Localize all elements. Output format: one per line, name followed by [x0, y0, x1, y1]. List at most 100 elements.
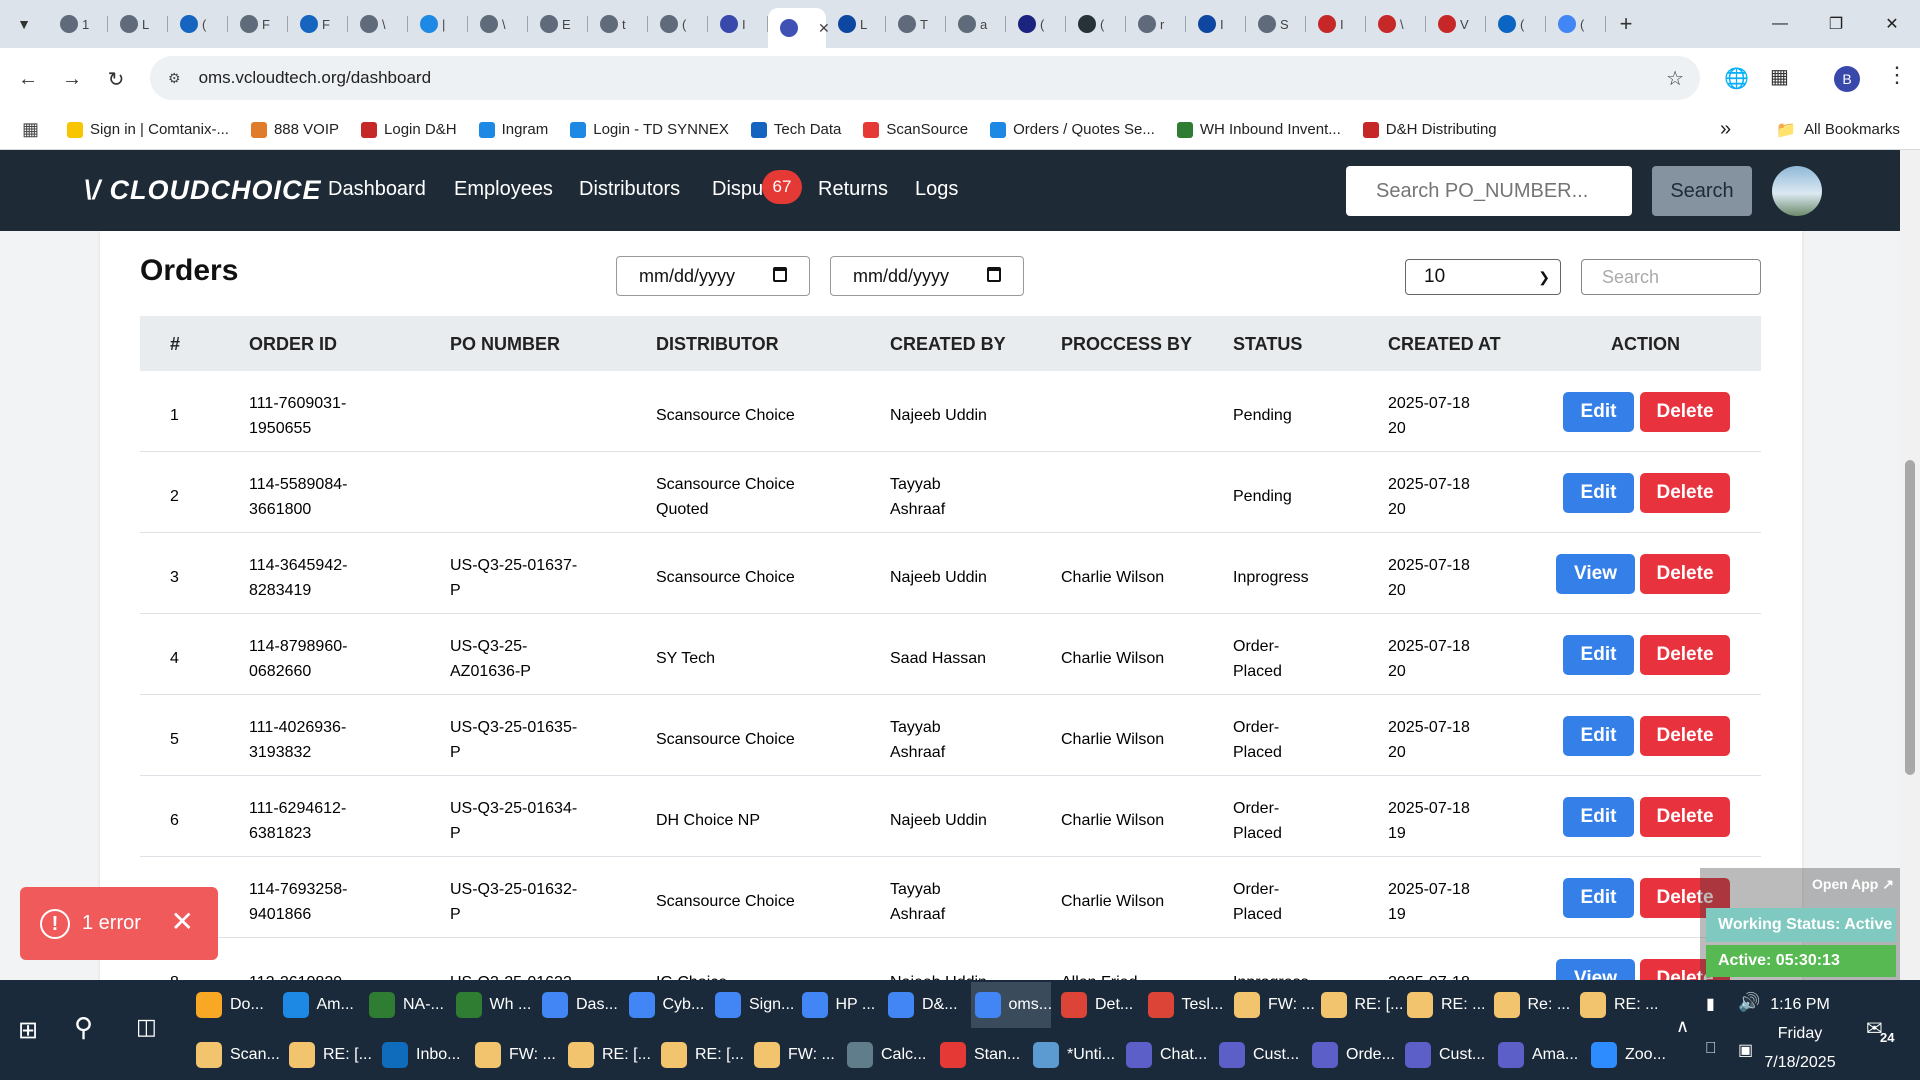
taskbar-item[interactable]: Sign... [711, 982, 794, 1028]
delete-button[interactable]: Delete [1640, 797, 1730, 837]
taskbar-item[interactable]: Scan... [192, 1032, 280, 1078]
taskbar-item[interactable]: oms... [970, 982, 1052, 1028]
delete-button[interactable]: Delete [1640, 716, 1730, 756]
bookmark-item[interactable]: Orders / Quotes Se... [990, 121, 1155, 138]
browser-tab[interactable]: ( [648, 6, 708, 42]
profile-avatar[interactable]: B [1834, 66, 1860, 92]
taskbar-item[interactable]: D&... [884, 982, 965, 1028]
battery-icon[interactable]: ▮ [1706, 994, 1715, 1014]
taskbar-item[interactable]: RE: [... [657, 1032, 744, 1078]
bookmark-item[interactable]: Tech Data [750, 121, 841, 138]
taskbar-item[interactable]: Cust... [1215, 1032, 1302, 1078]
taskbar-item[interactable]: RE: [... [285, 1032, 372, 1078]
browser-tab[interactable]: a [946, 6, 1006, 42]
browser-tab[interactable]: F [288, 6, 348, 42]
browser-tab[interactable]: E [528, 6, 588, 42]
error-toast[interactable]: ! 1 error ✕ [20, 887, 218, 960]
date-to-input[interactable]: mm/dd/yyyy [830, 256, 1024, 296]
taskbar-item[interactable]: Stan... [936, 1032, 1023, 1078]
bookmark-item[interactable]: ScanSource [863, 121, 968, 138]
reload-icon[interactable]: ↻ [94, 57, 138, 101]
taskbar-item[interactable]: Zoo... [1587, 1032, 1674, 1078]
new-tab-button[interactable]: + [1606, 11, 1646, 37]
browser-tab[interactable]: ( [1546, 6, 1606, 42]
search-icon[interactable]: ⚲ [74, 1012, 93, 1043]
site-info-icon[interactable]: ⚙ [168, 70, 181, 87]
taskbar-item[interactable]: HP ... [798, 982, 879, 1028]
bookmark-star-icon[interactable]: ☆ [1666, 66, 1684, 91]
nav-distributors[interactable]: Distributors [579, 178, 680, 201]
task-view-icon[interactable]: ◫ [136, 1014, 157, 1040]
browser-tab[interactable]: r [1126, 6, 1186, 42]
bookmark-item[interactable]: D&H Distributing [1362, 121, 1497, 138]
edit-button[interactable]: Edit [1563, 797, 1634, 837]
translate-icon[interactable]: 🌐 [1724, 66, 1749, 91]
close-icon[interactable]: ✕ [171, 905, 194, 938]
delete-button[interactable]: Delete [1640, 473, 1730, 513]
browser-tab[interactable]: t [588, 6, 648, 42]
browser-tab[interactable]: I [708, 6, 768, 42]
restore-icon[interactable]: ❐ [1808, 0, 1864, 48]
po-search-button[interactable]: Search [1652, 166, 1752, 216]
bookmark-item[interactable]: Ingram [478, 121, 548, 138]
nav-returns[interactable]: Returns [818, 178, 888, 201]
taskbar-item[interactable]: Inbo... [378, 1032, 465, 1078]
forward-arrow-icon[interactable]: → [50, 57, 94, 101]
windows-start-icon[interactable]: ⊞ [18, 1016, 38, 1045]
taskbar-item[interactable]: Orde... [1308, 1032, 1395, 1078]
delete-button[interactable]: Delete [1640, 392, 1730, 432]
bookmark-item[interactable]: Login D&H [361, 121, 457, 138]
taskbar-item[interactable]: Chat... [1122, 1032, 1209, 1078]
close-window-icon[interactable]: ✕ [1864, 0, 1920, 48]
taskbar-item[interactable]: RE: ... [1403, 982, 1485, 1028]
taskbar-item[interactable]: NA-... [365, 982, 446, 1028]
browser-tab[interactable]: \ [1366, 6, 1426, 42]
taskbar-item[interactable]: RE: [... [1317, 982, 1403, 1028]
taskbar-item[interactable]: Do... [192, 982, 273, 1028]
view-button[interactable]: View [1556, 554, 1635, 594]
bookmark-item[interactable]: Login - TD SYNNEX [570, 121, 729, 138]
browser-tab[interactable]: L [108, 6, 168, 42]
table-search-input[interactable]: Search [1581, 259, 1761, 295]
system-clock[interactable]: 1:16 PM Friday 7/18/2025 [1740, 990, 1860, 1077]
open-app-link[interactable]: Open App ↗ [1812, 876, 1894, 893]
user-avatar[interactable] [1772, 166, 1822, 216]
taskbar-item[interactable]: Das... [538, 982, 619, 1028]
edit-button[interactable]: Edit [1563, 392, 1634, 432]
browser-tab[interactable]: T [886, 6, 946, 42]
taskbar-item[interactable]: Am... [279, 982, 360, 1028]
browser-tab[interactable]: ( [1486, 6, 1546, 42]
taskbar-item[interactable]: Wh ... [452, 982, 533, 1028]
nav-disputes[interactable]: Dispu [712, 178, 763, 201]
bookmark-item[interactable]: 888 VOIP [250, 121, 339, 138]
nav-logs[interactable]: Logs [915, 178, 958, 201]
taskbar-item[interactable]: Cyb... [625, 982, 706, 1028]
browser-tab[interactable]: \ [468, 6, 528, 42]
nav-dashboard[interactable]: Dashboard [328, 178, 426, 201]
taskbar-item[interactable]: RE: [... [564, 1032, 651, 1078]
taskbar-item[interactable]: Cust... [1401, 1032, 1488, 1078]
date-from-input[interactable]: mm/dd/yyyy [616, 256, 810, 296]
browser-tab[interactable]: ( [1066, 6, 1126, 42]
taskbar-item[interactable]: FW: ... [1230, 982, 1315, 1028]
browser-tab[interactable]: S [1246, 6, 1306, 42]
browser-tab[interactable]: | [408, 6, 468, 42]
browser-tab[interactable]: ( [168, 6, 228, 42]
tab-search-chevron-icon[interactable]: ▼ [0, 0, 48, 48]
address-bar[interactable]: ⚙ oms.vcloudtech.org/dashboard ☆ [150, 56, 1700, 100]
back-arrow-icon[interactable]: ← [6, 57, 50, 101]
edit-button[interactable]: Edit [1563, 878, 1634, 918]
po-number-search-input[interactable] [1346, 166, 1632, 216]
browser-tab[interactable]: \ [348, 6, 408, 42]
cloudchoice-logo[interactable]: \/ CLOUDCHOICE [84, 175, 322, 206]
taskbar-item[interactable]: FW: ... [750, 1032, 837, 1078]
taskbar-item[interactable]: Det... [1057, 982, 1138, 1028]
taskbar-item[interactable]: Tesl... [1144, 982, 1225, 1028]
all-bookmarks[interactable]: All Bookmarks [1804, 121, 1900, 138]
browser-tab[interactable]: F [228, 6, 288, 42]
bookmark-item[interactable]: Sign in | Comtanix-... [67, 121, 229, 138]
browser-tab[interactable]: ✕ [768, 8, 830, 48]
view-button[interactable]: View [1556, 959, 1635, 980]
page-size-select[interactable]: 10 ❯ [1405, 259, 1561, 295]
edit-button[interactable]: Edit [1563, 635, 1634, 675]
